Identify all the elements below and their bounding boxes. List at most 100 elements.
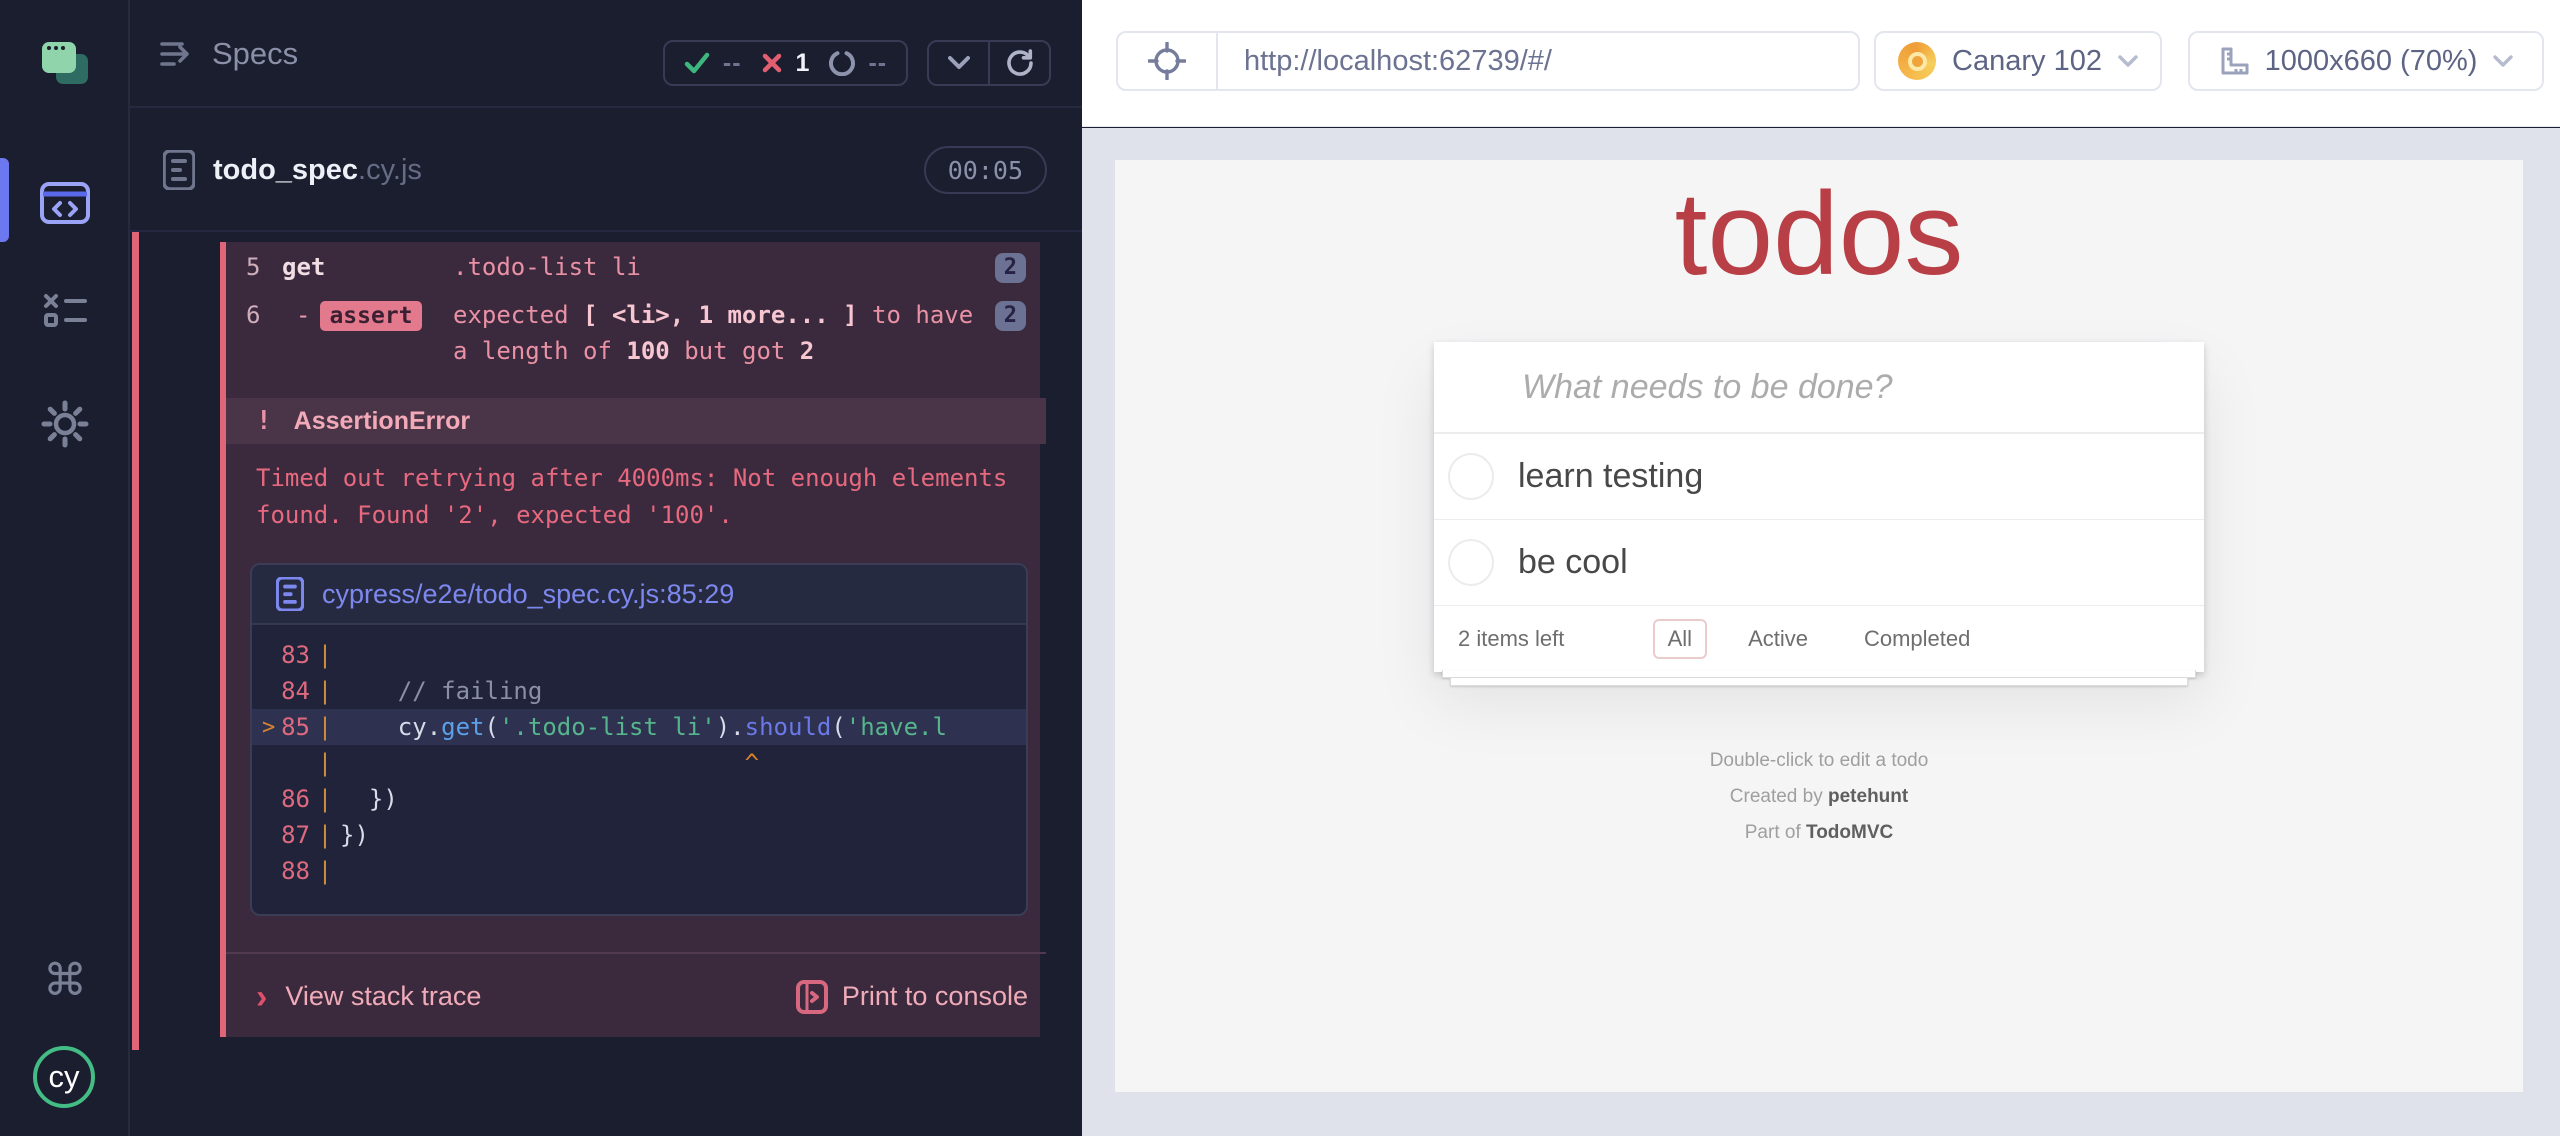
sidebar-item-specs[interactable] xyxy=(0,155,130,251)
reporter-title: Specs xyxy=(212,36,299,71)
code-line: >85 | cy.get('.todo-list li').should('hav… xyxy=(252,709,1026,745)
pending-count: -- xyxy=(868,48,888,77)
failed-count: 1 xyxy=(795,48,811,77)
command-count-badge: 2 xyxy=(994,301,1026,331)
line-number: 87 xyxy=(281,821,310,849)
gutter-pipe: | xyxy=(317,677,333,705)
todo-item[interactable]: be cool xyxy=(1434,520,2204,606)
chevron-down-icon xyxy=(2118,54,2138,68)
failed-icon xyxy=(761,52,783,74)
aut-container: todos What needs to be done? learn testi… xyxy=(1082,128,2560,1136)
filter-all[interactable]: All xyxy=(1652,619,1708,659)
url-text[interactable]: http://localhost:62739/#/ xyxy=(1218,45,1552,78)
spec-name: todo_spec xyxy=(213,153,359,186)
url-bar[interactable]: http://localhost:62739/#/ xyxy=(1116,31,1860,91)
todo-card: What needs to be done? learn testing be c… xyxy=(1434,342,2204,672)
view-stack-trace-button[interactable]: › View stack trace xyxy=(256,954,481,1039)
spec-duration-badge: 00:05 xyxy=(923,146,1047,194)
code-frame: cypress/e2e/todo_spec.cy.js:85:29 83 | 84 |… xyxy=(250,563,1028,916)
code-text: }) xyxy=(340,785,398,813)
reporter-panel: Specs -- 1 -- todo_spec.cy.js 00:05 5 ge… xyxy=(130,0,1082,1136)
test-stats: -- 1 -- xyxy=(663,40,908,86)
cypress-logo-button[interactable]: cy xyxy=(33,1046,95,1108)
line-number: 88 xyxy=(281,857,310,885)
card-stack-layer xyxy=(1442,670,2196,678)
new-todo-placeholder: What needs to be done? xyxy=(1522,367,1893,406)
specs-menu-button[interactable]: Specs xyxy=(160,0,298,108)
failed-attempt-body: 5 get .todo-list li 2 6- assert expected [ <li… xyxy=(220,242,1046,1037)
keyboard-shortcuts-button[interactable]: ⌘ xyxy=(0,942,130,1018)
new-todo-input[interactable]: What needs to be done? xyxy=(1434,342,2204,432)
line-number: 85 xyxy=(281,713,310,741)
browser-name: Canary 102 xyxy=(1952,44,2102,77)
passed-count: -- xyxy=(722,48,742,77)
spec-row[interactable]: todo_spec.cy.js 00:05 xyxy=(130,108,1082,232)
gutter-pipe: | xyxy=(317,749,333,777)
collapse-tests-button[interactable] xyxy=(929,42,988,84)
todo-footer: 2 items left All Active Completed xyxy=(1434,606,2204,672)
aut-viewport: todos What needs to be done? learn testi… xyxy=(1115,160,2523,1092)
gutter-pipe: | xyxy=(317,821,333,849)
error-bang-icon: ! xyxy=(256,406,272,436)
current-line-arrow: > xyxy=(262,714,276,740)
command-message: .todo-list li xyxy=(453,253,641,281)
browser-header: http://localhost:62739/#/ Canary 102 100… xyxy=(1082,0,2560,137)
todo-list: learn testing be cool xyxy=(1434,432,2204,606)
footer-line: Created by petehunt xyxy=(1729,786,1909,807)
browser-selector[interactable]: Canary 102 xyxy=(1874,31,2162,91)
filter-completed[interactable]: Completed xyxy=(1849,619,1985,659)
cypress-windows-logo xyxy=(42,42,88,84)
viewport-size-selector[interactable]: 1000x660 (70%) xyxy=(2188,31,2544,91)
error-header[interactable]: ! AssertionError xyxy=(226,398,1046,444)
pending-icon xyxy=(829,50,856,76)
todo-item[interactable]: learn testing xyxy=(1434,434,2204,520)
error-type: AssertionError xyxy=(293,406,471,435)
gear-icon xyxy=(40,399,90,449)
command-row[interactable]: 6- assert expected [ <li>, 1 more... ] to … xyxy=(226,290,1040,374)
command-method: get xyxy=(282,253,326,281)
code-line: 86 | }) xyxy=(252,781,1026,817)
filter-active[interactable]: Active xyxy=(1733,619,1823,659)
passed-icon xyxy=(684,52,710,74)
browser-pane: http://localhost:62739/#/ Canary 102 100… xyxy=(1082,0,2560,1136)
sidebar-item-runs[interactable] xyxy=(0,262,130,358)
error-message: Timed out retrying after 4000ms: Not eno… xyxy=(256,464,1008,529)
command-count-badge: 2 xyxy=(994,253,1026,283)
command-number: 6 xyxy=(246,301,261,329)
error-actions: › View stack trace Print to console xyxy=(226,952,1046,1037)
chevron-right-icon: › xyxy=(256,977,268,1016)
print-to-console-button[interactable]: Print to console xyxy=(795,954,1028,1039)
sidebar-item-settings[interactable] xyxy=(0,376,130,472)
code-text: // failing xyxy=(340,677,543,705)
code-line: 83 | xyxy=(252,637,1026,673)
todo-toggle-checkbox[interactable] xyxy=(1448,539,1494,586)
chevron-down-icon xyxy=(2493,54,2514,68)
specs-list-icon xyxy=(160,40,196,68)
viewport-size: 1000x660 (70%) xyxy=(2264,44,2478,77)
spec-extension: .cy.js xyxy=(358,153,422,186)
gutter-pipe: | xyxy=(317,713,333,741)
rerun-tests-button[interactable] xyxy=(988,42,1049,84)
gutter-pipe: | xyxy=(317,857,333,885)
ruler-icon xyxy=(2219,46,2249,76)
browser-code-icon xyxy=(39,181,91,225)
line-number: 86 xyxy=(281,785,310,813)
code-frame-lines: 83 | 84 | // failing >85 | cy.get('.todo-list… xyxy=(252,625,1026,889)
nav-rail: ⌘ cy xyxy=(0,0,130,1136)
command-dash: - xyxy=(296,301,311,329)
command-number: 5 xyxy=(246,253,261,281)
spec-file-icon xyxy=(163,150,195,190)
todo-info-footer: Double-click to edit a todo Created by pe… xyxy=(1115,750,2523,858)
code-line: 88 | xyxy=(252,853,1026,889)
command-row[interactable]: 5 get .todo-list li 2 xyxy=(226,242,1040,290)
code-frame-file-link[interactable]: cypress/e2e/todo_spec.cy.js:85:29 xyxy=(322,579,734,610)
code-text: cy.get('.todo-list li').should('have.l xyxy=(340,713,947,741)
code-frame-header: cypress/e2e/todo_spec.cy.js:85:29 xyxy=(252,565,1026,625)
todo-toggle-checkbox[interactable] xyxy=(1448,453,1494,500)
run-controls xyxy=(927,40,1051,86)
cy-logo-text: cy xyxy=(48,1059,80,1094)
card-stack-layer xyxy=(1450,678,2188,686)
selector-playground-button[interactable] xyxy=(1118,33,1218,89)
footer-line: Double-click to edit a todo xyxy=(1709,750,1929,771)
cypress-runner: ⌘ cy Specs -- 1 -- todo_spec.cy.js 00:05… xyxy=(0,0,2560,1136)
